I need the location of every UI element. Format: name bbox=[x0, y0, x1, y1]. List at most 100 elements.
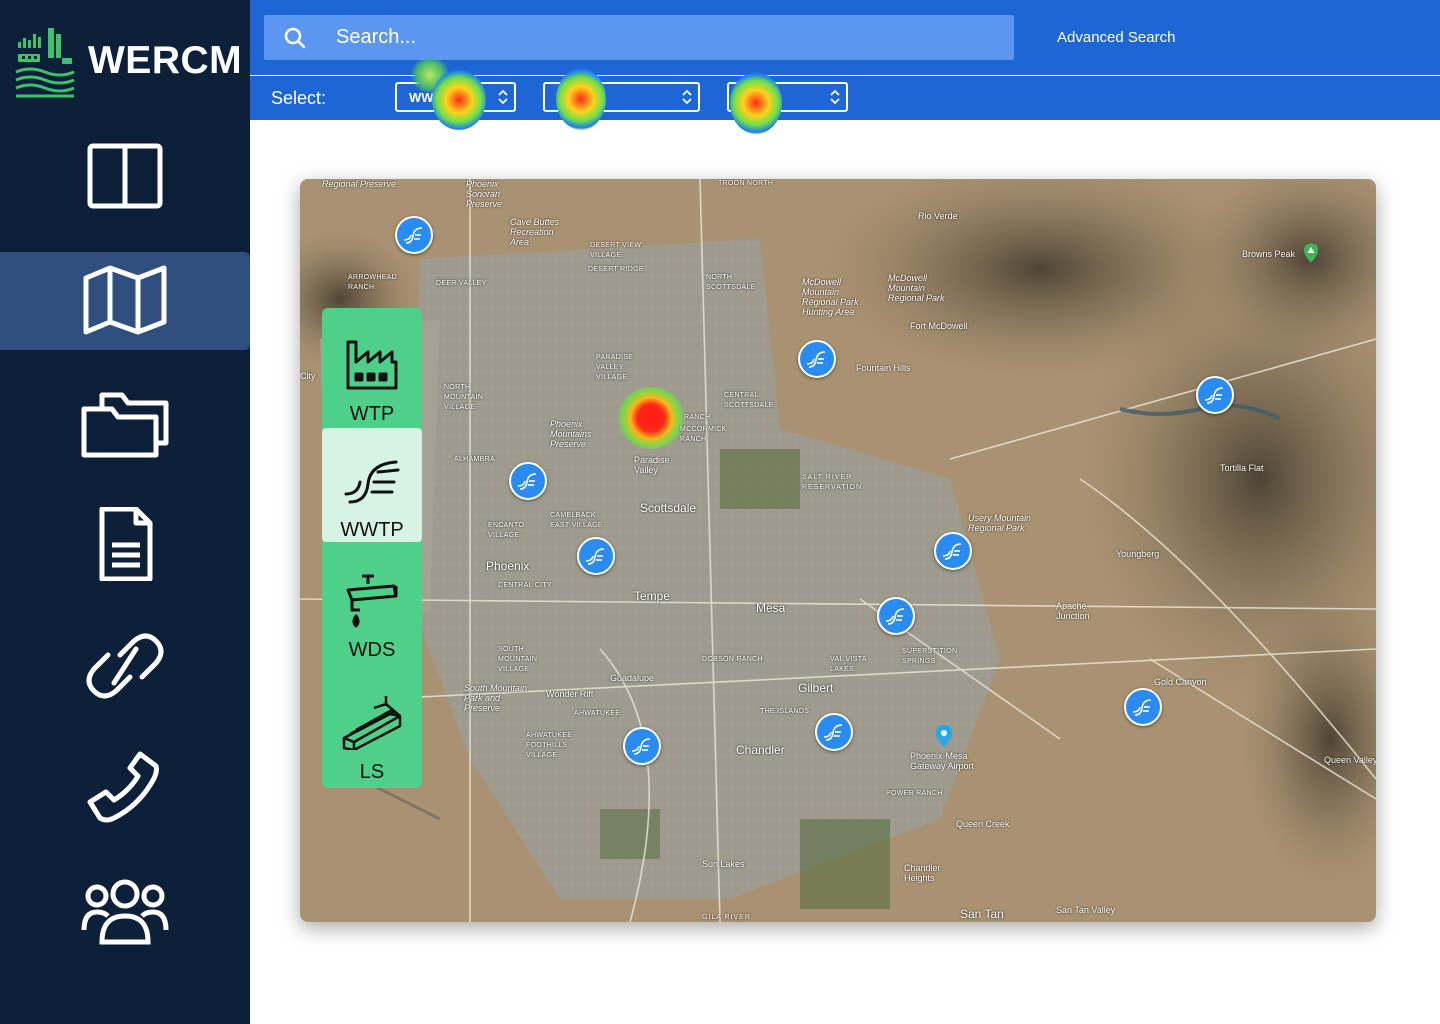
sidebar-item-folders[interactable] bbox=[0, 373, 250, 471]
wwtp-marker[interactable] bbox=[577, 537, 615, 575]
wwtp-marker[interactable] bbox=[798, 340, 836, 378]
place-label: AHWATUKEE bbox=[574, 710, 621, 717]
place-label: Scottsdale bbox=[640, 501, 697, 515]
layer-wwtp[interactable]: WWTP bbox=[322, 428, 422, 542]
place-label: San Tan Valley bbox=[1056, 905, 1116, 915]
place-label: Tortilla Flat bbox=[1220, 463, 1264, 473]
document-icon bbox=[99, 507, 153, 581]
wastewater-icon bbox=[1132, 699, 1152, 716]
place-label: MCCORMICK RANCH bbox=[680, 426, 727, 443]
place-label: ENCANTO VILLAGE bbox=[488, 522, 525, 539]
place-label: Phoenix-Mesa Gateway Airport bbox=[910, 751, 975, 771]
brand-name: WERCM bbox=[88, 39, 243, 82]
place-label: McDowell Mountain Regional Park Hunting … bbox=[802, 277, 859, 317]
place-label: DEER VALLEY bbox=[436, 280, 487, 287]
wastewater-icon bbox=[885, 608, 905, 625]
place-label: Youngberg bbox=[1116, 549, 1160, 559]
wastewater-icon bbox=[823, 724, 843, 741]
faucet-icon bbox=[346, 574, 398, 628]
place-label: City bbox=[300, 371, 316, 381]
place-label: THE ISLANDS bbox=[760, 708, 810, 715]
place-label: Wonder Rift bbox=[546, 689, 594, 699]
place-label: CAMELBACK EAST VILLAGE bbox=[550, 512, 603, 529]
place-label: VAL VISTA LAKES bbox=[830, 656, 867, 673]
sidebar-item-links[interactable] bbox=[0, 617, 250, 715]
place-label: Chandler Heights bbox=[904, 863, 941, 883]
place-label: ALHAMBRA bbox=[454, 456, 495, 463]
place-label: SUPERSTITION SPRINGS bbox=[902, 648, 958, 665]
place-label: CENTRAL SCOTTSDALE bbox=[724, 392, 774, 409]
place-label: Apache Junction bbox=[1056, 601, 1090, 621]
layer-wtp[interactable]: WTP bbox=[322, 312, 422, 426]
satellite-map[interactable]: Regional Preserve Phoenix Sonoran Preser… bbox=[300, 179, 1376, 922]
select-region[interactable]: n bbox=[727, 82, 848, 112]
layer-label: WDS bbox=[348, 639, 396, 661]
select-label: Select: bbox=[271, 88, 327, 108]
place-label: NORTH SCOTTSDALE bbox=[706, 274, 756, 291]
phone-icon bbox=[87, 751, 159, 823]
wastewater-icon bbox=[631, 738, 651, 755]
updown-chevron-icon bbox=[830, 89, 840, 105]
search-input[interactable] bbox=[336, 26, 976, 49]
place-label: Regional Preserve bbox=[322, 179, 397, 189]
layer-wds[interactable]: WDS bbox=[322, 548, 422, 662]
wwtp-marker[interactable] bbox=[1196, 376, 1234, 414]
wwtp-marker[interactable] bbox=[877, 597, 915, 635]
select-region-value: n bbox=[763, 90, 771, 105]
sidebar-item-documents[interactable] bbox=[0, 495, 250, 593]
place-label: Queen Creek bbox=[956, 819, 1010, 829]
place-label: SOUTH MOUNTAIN VILLAGE bbox=[498, 646, 538, 673]
wwtp-marker[interactable] bbox=[934, 532, 972, 570]
factory-icon bbox=[346, 340, 398, 390]
place-label: CENTRAL CITY bbox=[498, 582, 552, 589]
brand[interactable]: WERCM bbox=[14, 22, 244, 100]
place-label: AHWATUKEE FOOTHILLS VILLAGE bbox=[526, 732, 573, 759]
lift-station-icon bbox=[342, 696, 402, 752]
place-label: Phoenix Sonoran Preserve bbox=[466, 179, 503, 209]
peak-pin-icon[interactable] bbox=[1304, 243, 1318, 263]
place-label: San Tan bbox=[960, 907, 1004, 921]
layer-label: WWTP bbox=[340, 519, 404, 541]
place-label: Cave Buttes Recreation Area bbox=[510, 217, 560, 247]
layer-panel: WTP WWTP WDS LS bbox=[322, 308, 422, 788]
wercm-logo-icon bbox=[15, 28, 75, 98]
search-box[interactable] bbox=[264, 15, 1014, 60]
layout-columns-icon bbox=[87, 143, 163, 209]
sidebar-item-contact[interactable] bbox=[0, 738, 250, 836]
layer-ls[interactable]: LS bbox=[322, 670, 422, 784]
wwtp-marker[interactable] bbox=[815, 713, 853, 751]
place-label: DOBSON RANCH bbox=[702, 656, 763, 663]
wastewater-icon bbox=[1204, 387, 1224, 404]
place-label: Usery Mountain Regional Park bbox=[968, 513, 1032, 533]
place-label: POWER RANCH bbox=[886, 790, 943, 797]
updown-chevron-icon bbox=[682, 89, 692, 105]
wwtp-marker[interactable] bbox=[395, 216, 433, 254]
place-label: Gold Canyon bbox=[1154, 677, 1207, 687]
wwtp-marker[interactable] bbox=[509, 462, 547, 500]
sidebar-item-users[interactable] bbox=[0, 860, 250, 958]
place-label: PARADISE VALLEY VILLAGE bbox=[596, 354, 634, 381]
layer-label: WTP bbox=[349, 403, 395, 425]
select-facility-value: F bbox=[557, 90, 565, 105]
wwtp-marker[interactable] bbox=[623, 727, 661, 765]
advanced-search-link[interactable]: Advanced Search bbox=[1057, 29, 1175, 46]
sidebar-item-map[interactable] bbox=[0, 252, 250, 350]
place-label: TROON NORTH bbox=[718, 180, 774, 187]
place-label: Queen Valley bbox=[1324, 755, 1376, 765]
wwtp-marker[interactable] bbox=[1124, 688, 1162, 726]
place-label: ARROWHEAD RANCH bbox=[348, 274, 397, 291]
select-facility[interactable]: F bbox=[543, 82, 700, 112]
airport-pin-icon[interactable] bbox=[936, 725, 952, 747]
place-label: Fountain Hills bbox=[856, 363, 911, 373]
wastewater-icon bbox=[403, 227, 423, 244]
place-label: Sun Lakes bbox=[702, 859, 745, 869]
select-plant-type[interactable]: WW bbox=[395, 82, 516, 112]
place-label: DESERT VIEW VILLAGE bbox=[590, 242, 642, 259]
place-label: Gilbert bbox=[798, 681, 834, 695]
place-label: Phoenix bbox=[486, 559, 530, 573]
header-bar: Advanced Search bbox=[250, 0, 1440, 75]
place-label: GILA RIVER bbox=[702, 914, 751, 921]
sidebar-item-dashboard[interactable] bbox=[0, 130, 250, 228]
wastewater-icon bbox=[942, 543, 962, 560]
place-label: Tempe bbox=[634, 589, 671, 603]
